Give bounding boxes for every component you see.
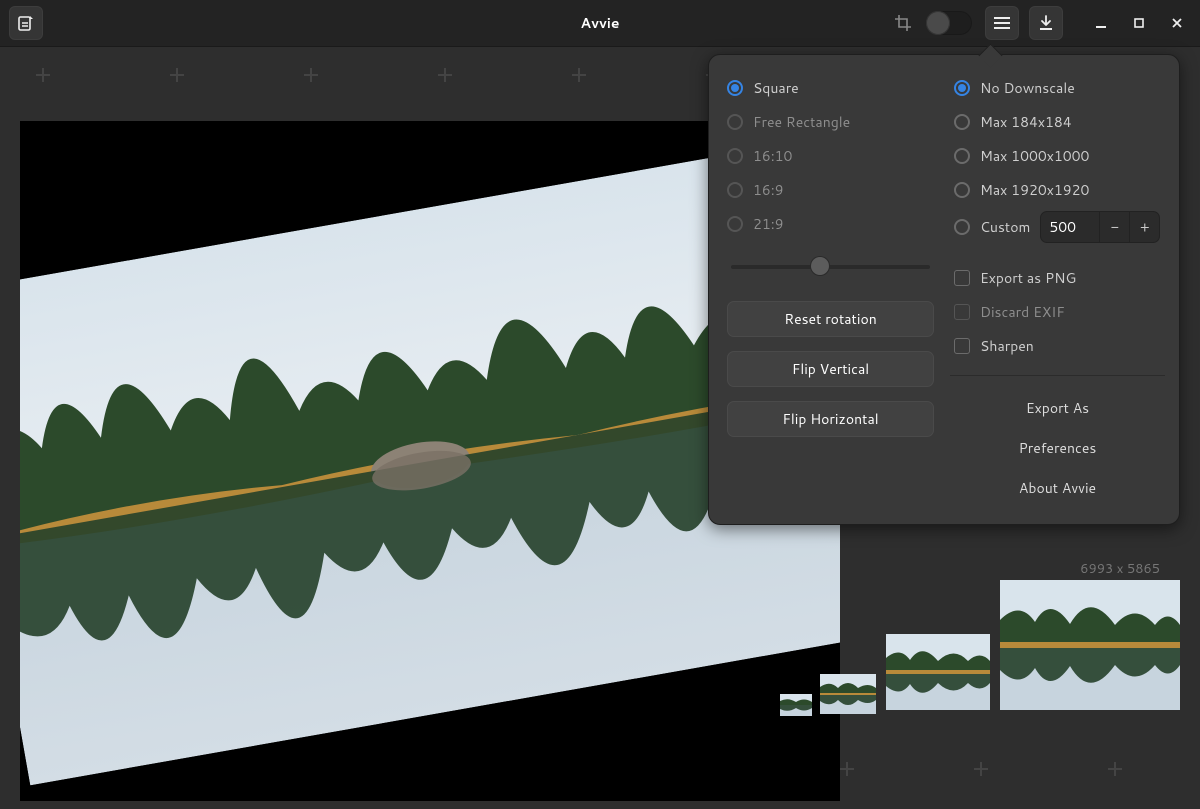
- thumbnail-medium[interactable]: [886, 634, 990, 710]
- export-png-check[interactable]: Export as PNG: [954, 265, 1161, 291]
- radio-label: Custom: [980, 217, 1030, 237]
- thumbnail-tiny[interactable]: [780, 694, 812, 716]
- minimize-button[interactable]: [1086, 8, 1116, 38]
- aspect-column: Square Free Rectangle 16:10 16:9 21:9 Re…: [727, 75, 934, 504]
- radio-label: 16:10: [753, 146, 792, 166]
- download-icon: [1038, 15, 1054, 31]
- radio-icon: [954, 148, 970, 164]
- hamburger-menu-button[interactable]: [985, 6, 1019, 40]
- checkbox-label: Discard EXIF: [980, 302, 1065, 322]
- radio-label: 21:9: [753, 214, 784, 234]
- maximize-icon: [1133, 17, 1145, 29]
- radio-icon: [727, 148, 743, 164]
- custom-size-input[interactable]: [1041, 217, 1099, 237]
- hamburger-icon: [994, 16, 1010, 30]
- downscale-1000[interactable]: Max 1000x1000: [954, 143, 1161, 169]
- crop-icon[interactable]: [894, 14, 912, 32]
- discard-exif-check[interactable]: Discard EXIF: [954, 299, 1161, 325]
- downscale-1920[interactable]: Max 1920x1920: [954, 177, 1161, 203]
- export-column: No Downscale Max 184x184 Max 1000x1000 M…: [954, 75, 1161, 504]
- close-icon: [1171, 17, 1183, 29]
- custom-size-spinner: − +: [1040, 211, 1160, 243]
- open-file-button[interactable]: [9, 6, 43, 40]
- radio-icon: [727, 182, 743, 198]
- spinner-increment[interactable]: +: [1129, 212, 1159, 242]
- radio-label: Square: [753, 78, 799, 98]
- radio-icon[interactable]: [954, 219, 970, 235]
- downscale-184[interactable]: Max 184x184: [954, 109, 1161, 135]
- rotation-slider[interactable]: [731, 253, 930, 281]
- close-button[interactable]: [1162, 8, 1192, 38]
- radio-label: Free Rectangle: [753, 112, 850, 132]
- toggle-thumb: [926, 11, 950, 35]
- document-open-icon: [17, 14, 35, 32]
- checkbox-icon: [954, 270, 970, 286]
- settings-popover: Square Free Rectangle 16:10 16:9 21:9 Re…: [708, 54, 1180, 525]
- radio-label: 16:9: [753, 180, 784, 200]
- checkbox-label: Sharpen: [980, 336, 1034, 356]
- aspect-option-free[interactable]: Free Rectangle: [727, 109, 934, 135]
- flip-horizontal-button[interactable]: Flip Horizontal: [727, 401, 934, 437]
- checkbox-label: Export as PNG: [980, 268, 1076, 288]
- menu-export-as[interactable]: Export As: [954, 392, 1161, 424]
- spinner-decrement[interactable]: −: [1099, 212, 1129, 242]
- menu-about[interactable]: About Avvie: [954, 472, 1161, 504]
- slider-track: [731, 265, 930, 269]
- reset-rotation-button[interactable]: Reset rotation: [727, 301, 934, 337]
- crop-toggle[interactable]: [926, 11, 972, 35]
- thumbnail-large[interactable]: [1000, 580, 1180, 710]
- radio-label: No Downscale: [980, 78, 1075, 98]
- aspect-option-169[interactable]: 16:9: [727, 177, 934, 203]
- aspect-option-1610[interactable]: 16:10: [727, 143, 934, 169]
- radio-icon: [727, 114, 743, 130]
- radio-label: Max 1920x1920: [980, 180, 1089, 200]
- downscale-custom-row: Custom − +: [954, 211, 1161, 243]
- downscale-none[interactable]: No Downscale: [954, 75, 1161, 101]
- radio-label: Max 1000x1000: [980, 146, 1089, 166]
- thumbnail-small[interactable]: [820, 674, 876, 714]
- radio-label: Max 184x184: [980, 112, 1072, 132]
- aspect-option-square[interactable]: Square: [727, 75, 934, 101]
- checkbox-icon: [954, 338, 970, 354]
- maximize-button[interactable]: [1124, 8, 1154, 38]
- radio-icon: [954, 182, 970, 198]
- menu-preferences[interactable]: Preferences: [954, 432, 1161, 464]
- radio-icon: [727, 216, 743, 232]
- export-button[interactable]: [1029, 6, 1063, 40]
- slider-thumb[interactable]: [811, 257, 829, 275]
- radio-icon: [954, 80, 970, 96]
- thumbnail-dimensions: 6993 x 5865: [1080, 560, 1160, 578]
- sharpen-check[interactable]: Sharpen: [954, 333, 1161, 359]
- header-right-controls: [894, 6, 1194, 40]
- flip-vertical-button[interactable]: Flip Vertical: [727, 351, 934, 387]
- radio-icon: [727, 80, 743, 96]
- minimize-icon: [1095, 17, 1107, 29]
- radio-icon: [954, 114, 970, 130]
- checkbox-icon: [954, 304, 970, 320]
- headerbar: Avvie: [0, 0, 1200, 46]
- aspect-option-219[interactable]: 21:9: [727, 211, 934, 237]
- divider: [950, 375, 1165, 376]
